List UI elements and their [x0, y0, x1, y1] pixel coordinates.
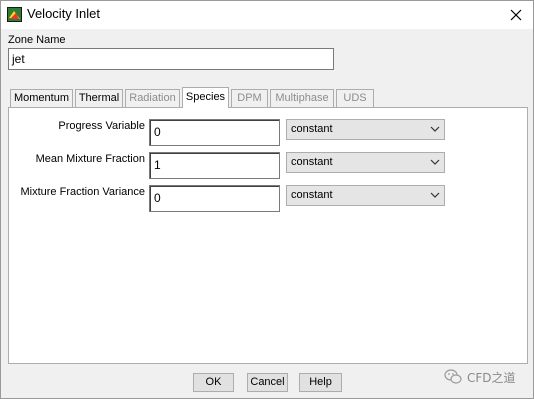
mixture-fraction-variance-label: Mixture Fraction Variance — [20, 186, 145, 198]
tab-momentum[interactable]: Momentum — [10, 89, 73, 107]
tab-multiphase: Multiphase — [270, 89, 334, 107]
progress-variable-value: 0 — [154, 125, 161, 139]
mixture-fraction-variance-value: 0 — [154, 191, 161, 205]
watermark-text: CFD之道 — [467, 371, 516, 385]
chevron-down-icon — [430, 126, 440, 132]
fluent-app-icon — [7, 7, 22, 22]
mixture-fraction-variance-input[interactable]: 0 — [149, 185, 280, 212]
mean-mixture-fraction-label: Mean Mixture Fraction — [35, 153, 145, 165]
cancel-button[interactable]: Cancel — [247, 373, 288, 392]
mixture-fraction-variance-method-select[interactable]: constant — [286, 185, 445, 206]
title-bar[interactable]: Velocity Inlet — [1, 1, 533, 29]
help-button[interactable]: Help — [299, 373, 342, 392]
mean-mixture-fraction-input[interactable]: 1 — [149, 152, 280, 179]
tab-thermal[interactable]: Thermal — [75, 89, 123, 107]
mean-mixture-fraction-method: constant — [291, 156, 333, 168]
tab-dpm: DPM — [231, 89, 268, 107]
progress-variable-method: constant — [291, 123, 333, 135]
progress-variable-method-select[interactable]: constant — [286, 119, 445, 140]
zone-name-field[interactable]: jet — [8, 48, 334, 70]
mean-mixture-fraction-value: 1 — [154, 158, 161, 172]
watermark: CFD之道 — [444, 369, 524, 387]
progress-variable-input[interactable]: 0 — [149, 119, 280, 146]
zone-name-label: Zone Name — [8, 34, 66, 46]
species-panel: Progress Variable 0 constant Mean Mixtur… — [8, 107, 528, 364]
close-icon[interactable] — [505, 5, 527, 25]
wechat-icon — [444, 369, 462, 384]
chevron-down-icon — [430, 159, 440, 165]
tab-uds: UDS — [336, 89, 374, 107]
tab-species[interactable]: Species — [182, 87, 229, 108]
tab-radiation: Radiation — [125, 89, 180, 107]
ok-button[interactable]: OK — [193, 373, 234, 392]
velocity-inlet-dialog: Velocity Inlet Zone Name jet Momentum Th… — [0, 0, 534, 399]
mean-mixture-fraction-method-select[interactable]: constant — [286, 152, 445, 173]
mixture-fraction-variance-method: constant — [291, 189, 333, 201]
progress-variable-label: Progress Variable — [58, 120, 145, 132]
zone-name-value: jet — [12, 52, 25, 66]
chevron-down-icon — [430, 192, 440, 198]
window-title: Velocity Inlet — [27, 6, 100, 21]
